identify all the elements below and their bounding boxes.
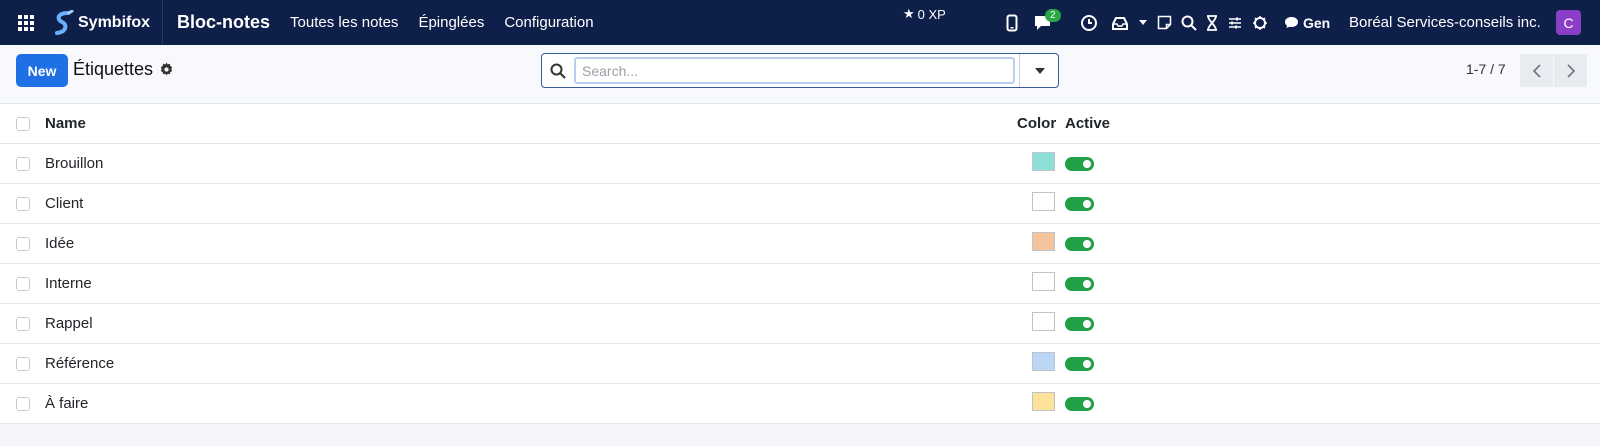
new-button[interactable]: New: [16, 54, 68, 87]
gen-chat-button[interactable]: Gen: [1284, 0, 1330, 45]
company-switcher[interactable]: Boréal Services-conseils inc.: [1349, 0, 1541, 45]
column-header-name[interactable]: Name: [45, 115, 86, 132]
xp-counter[interactable]: ★ 0 XP: [903, 6, 946, 22]
search-input[interactable]: [574, 57, 1015, 84]
xp-label: 0 XP: [917, 6, 946, 22]
tag-name: Rappel: [45, 315, 93, 332]
table-row[interactable]: À faire: [0, 384, 1600, 424]
app-title[interactable]: Bloc-notes: [177, 12, 270, 33]
debug-icon[interactable]: [1252, 0, 1268, 45]
pager-value[interactable]: 1-7 / 7: [1466, 61, 1506, 77]
search-bar: [541, 53, 1059, 88]
tag-name: Brouillon: [45, 155, 104, 172]
color-swatch[interactable]: [1032, 352, 1055, 371]
row-checkbox[interactable]: [16, 157, 30, 171]
color-swatch[interactable]: [1032, 392, 1055, 411]
active-toggle[interactable]: [1065, 237, 1094, 251]
table-row[interactable]: Interne: [0, 264, 1600, 304]
phone-icon[interactable]: [1006, 0, 1018, 45]
table-row[interactable]: Client: [0, 184, 1600, 224]
menu-item-pinned[interactable]: Épinglées: [418, 14, 484, 31]
color-swatch[interactable]: [1032, 232, 1055, 251]
chat-icon[interactable]: [1033, 0, 1052, 45]
brand-logo[interactable]: Symbifox: [52, 0, 164, 45]
tag-name: Interne: [45, 275, 92, 292]
chevron-left-icon: [1532, 63, 1541, 78]
tags-list-table: Name Color Active Brouillon Client Idée …: [0, 104, 1600, 424]
row-checkbox[interactable]: [16, 277, 30, 291]
table-row[interactable]: Brouillon: [0, 144, 1600, 184]
search-icon: [542, 63, 574, 79]
symbifox-logo-icon: [55, 9, 74, 35]
active-toggle[interactable]: [1065, 197, 1094, 211]
row-checkbox[interactable]: [16, 397, 30, 411]
select-all-checkbox[interactable]: [16, 117, 30, 131]
color-swatch[interactable]: [1032, 272, 1055, 291]
pager-previous-button[interactable]: [1520, 54, 1553, 87]
pager-next-button[interactable]: [1554, 54, 1587, 87]
gen-label: Gen: [1303, 14, 1331, 31]
gear-icon[interactable]: [159, 62, 174, 80]
table-row[interactable]: Référence: [0, 344, 1600, 384]
star-icon: ★: [903, 6, 915, 21]
tag-name: À faire: [45, 395, 89, 412]
color-swatch[interactable]: [1032, 152, 1055, 171]
sliders-icon[interactable]: [1228, 0, 1242, 45]
inbox-icon[interactable]: [1112, 0, 1128, 45]
row-checkbox[interactable]: [16, 237, 30, 251]
table-row[interactable]: Idée: [0, 224, 1600, 264]
column-header-active[interactable]: Active: [1065, 115, 1110, 132]
active-toggle[interactable]: [1065, 317, 1094, 331]
user-avatar[interactable]: C: [1556, 10, 1581, 35]
color-swatch[interactable]: [1032, 192, 1055, 211]
active-toggle[interactable]: [1065, 397, 1094, 411]
note-icon[interactable]: [1157, 0, 1172, 45]
brand-name: Symbifox: [78, 13, 151, 31]
active-toggle[interactable]: [1065, 357, 1094, 371]
caret-down-icon[interactable]: [1139, 0, 1147, 45]
tag-name: Idée: [45, 235, 75, 252]
page-title: Étiquettes: [73, 59, 154, 79]
search-options-toggle[interactable]: [1019, 54, 1059, 87]
control-panel: New Étiquettes 1-7 / 7: [0, 45, 1600, 104]
chevron-right-icon: [1566, 63, 1575, 78]
table-header: Name Color Active: [0, 104, 1600, 144]
chat-badge: 2: [1045, 9, 1061, 22]
column-header-color[interactable]: Color: [1017, 115, 1056, 132]
menu-item-all-notes[interactable]: Toutes les notes: [290, 14, 398, 31]
color-swatch[interactable]: [1032, 312, 1055, 331]
caret-down-icon: [1034, 67, 1045, 74]
tag-name: Client: [45, 195, 84, 212]
row-checkbox[interactable]: [16, 197, 30, 211]
top-navbar: Symbifox Bloc-notes Toutes les notes Épi…: [0, 0, 1600, 45]
speech-bubble-icon: [1285, 17, 1298, 28]
row-checkbox[interactable]: [16, 317, 30, 331]
menu-item-configuration[interactable]: Configuration: [504, 14, 593, 31]
row-checkbox[interactable]: [16, 357, 30, 371]
tag-name: Référence: [45, 355, 115, 372]
table-row[interactable]: Rappel: [0, 304, 1600, 344]
hourglass-icon[interactable]: [1206, 0, 1218, 45]
active-toggle[interactable]: [1065, 157, 1094, 171]
active-toggle[interactable]: [1065, 277, 1094, 291]
apps-menu-icon[interactable]: [0, 0, 52, 45]
global-search-icon[interactable]: [1181, 0, 1197, 45]
activity-clock-icon[interactable]: [1080, 0, 1098, 45]
